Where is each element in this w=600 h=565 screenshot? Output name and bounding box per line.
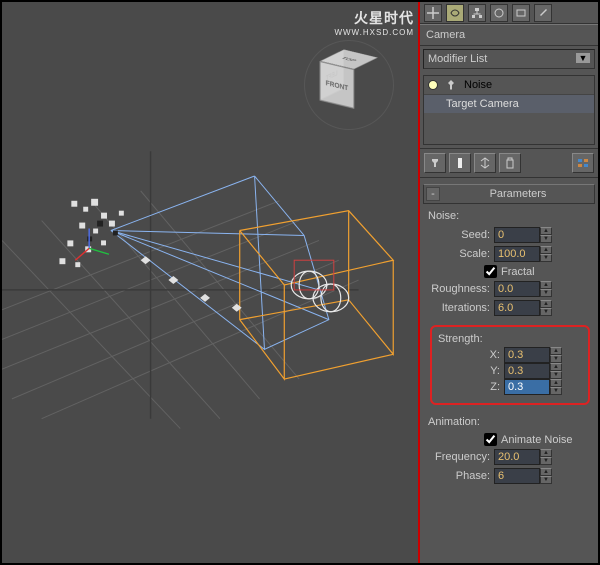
phase-spinner[interactable]: 6▲▼	[494, 468, 552, 484]
motion-tab-icon[interactable]	[490, 4, 508, 22]
utilities-tab-icon[interactable]	[534, 4, 552, 22]
make-unique-button[interactable]	[474, 153, 496, 173]
stack-item-target-camera[interactable]: Target Camera	[424, 95, 594, 113]
viewport[interactable]: 火星时代 WWW.HXSD.COM FRONT LEFT TOP	[2, 2, 418, 563]
z-label: Z:	[438, 381, 500, 393]
scale-spinner[interactable]: 100.0▲▼	[494, 246, 552, 262]
scene-content	[2, 2, 418, 563]
pin-icon[interactable]	[444, 78, 458, 92]
display-tab-icon[interactable]	[512, 4, 530, 22]
frequency-label: Frequency:	[428, 451, 490, 463]
scale-label: Scale:	[428, 248, 490, 260]
z-spinner[interactable]: 0.3▲▼	[504, 379, 562, 395]
rollout-minus-icon: -	[426, 187, 440, 201]
remove-modifier-button[interactable]	[499, 153, 521, 173]
watermark-logo: 火星时代 WWW.HXSD.COM	[334, 8, 414, 37]
fractal-checkbox[interactable]: Fractal	[484, 265, 592, 278]
phase-label: Phase:	[428, 470, 490, 482]
modify-tab-icon[interactable]	[446, 4, 464, 22]
roughness-label: Roughness:	[428, 283, 490, 295]
hierarchy-tab-icon[interactable]	[468, 4, 486, 22]
stack-item-noise[interactable]: Noise	[464, 79, 492, 91]
modifier-list-dropdown[interactable]: Modifier List	[423, 49, 595, 69]
bulb-icon[interactable]	[428, 80, 438, 90]
create-tab-icon[interactable]	[424, 4, 442, 22]
animation-group-label: Animation:	[428, 416, 592, 428]
frequency-spinner[interactable]: 20.0▲▼	[494, 449, 552, 465]
stack-toolbar	[420, 148, 598, 178]
animate-noise-checkbox[interactable]: Animate Noise	[484, 433, 592, 446]
configure-sets-button[interactable]	[572, 153, 594, 173]
y-label: Y:	[438, 365, 500, 377]
x-spinner[interactable]: 0.3▲▼	[504, 347, 562, 363]
pin-stack-button[interactable]	[424, 153, 446, 173]
strength-group-label: Strength:	[438, 333, 584, 345]
roughness-spinner[interactable]: 0.0▲▼	[494, 281, 552, 297]
noise-group-label: Noise:	[428, 210, 592, 222]
iterations-label: Iterations:	[428, 302, 490, 314]
iterations-spinner[interactable]: 6.0▲▼	[494, 300, 552, 316]
strength-highlight-box: Strength: X: 0.3▲▼ Y: 0.3▲▼ Z: 0.3▲▼	[430, 325, 590, 405]
show-end-result-button[interactable]	[449, 153, 471, 173]
command-panel-tabs	[420, 2, 598, 24]
x-label: X:	[438, 349, 500, 361]
modifier-stack[interactable]: Noise Target Camera	[423, 75, 595, 145]
y-spinner[interactable]: 0.3▲▼	[504, 363, 562, 379]
parameters-title: Parameters	[444, 188, 592, 200]
seed-label: Seed:	[428, 229, 490, 241]
parameters-rollout-header[interactable]: - Parameters	[423, 184, 595, 204]
command-panel: Camera Modifier List Noise Target Camera…	[418, 2, 598, 563]
object-name-field[interactable]: Camera	[420, 24, 598, 46]
seed-spinner[interactable]: 0▲▼	[494, 227, 552, 243]
